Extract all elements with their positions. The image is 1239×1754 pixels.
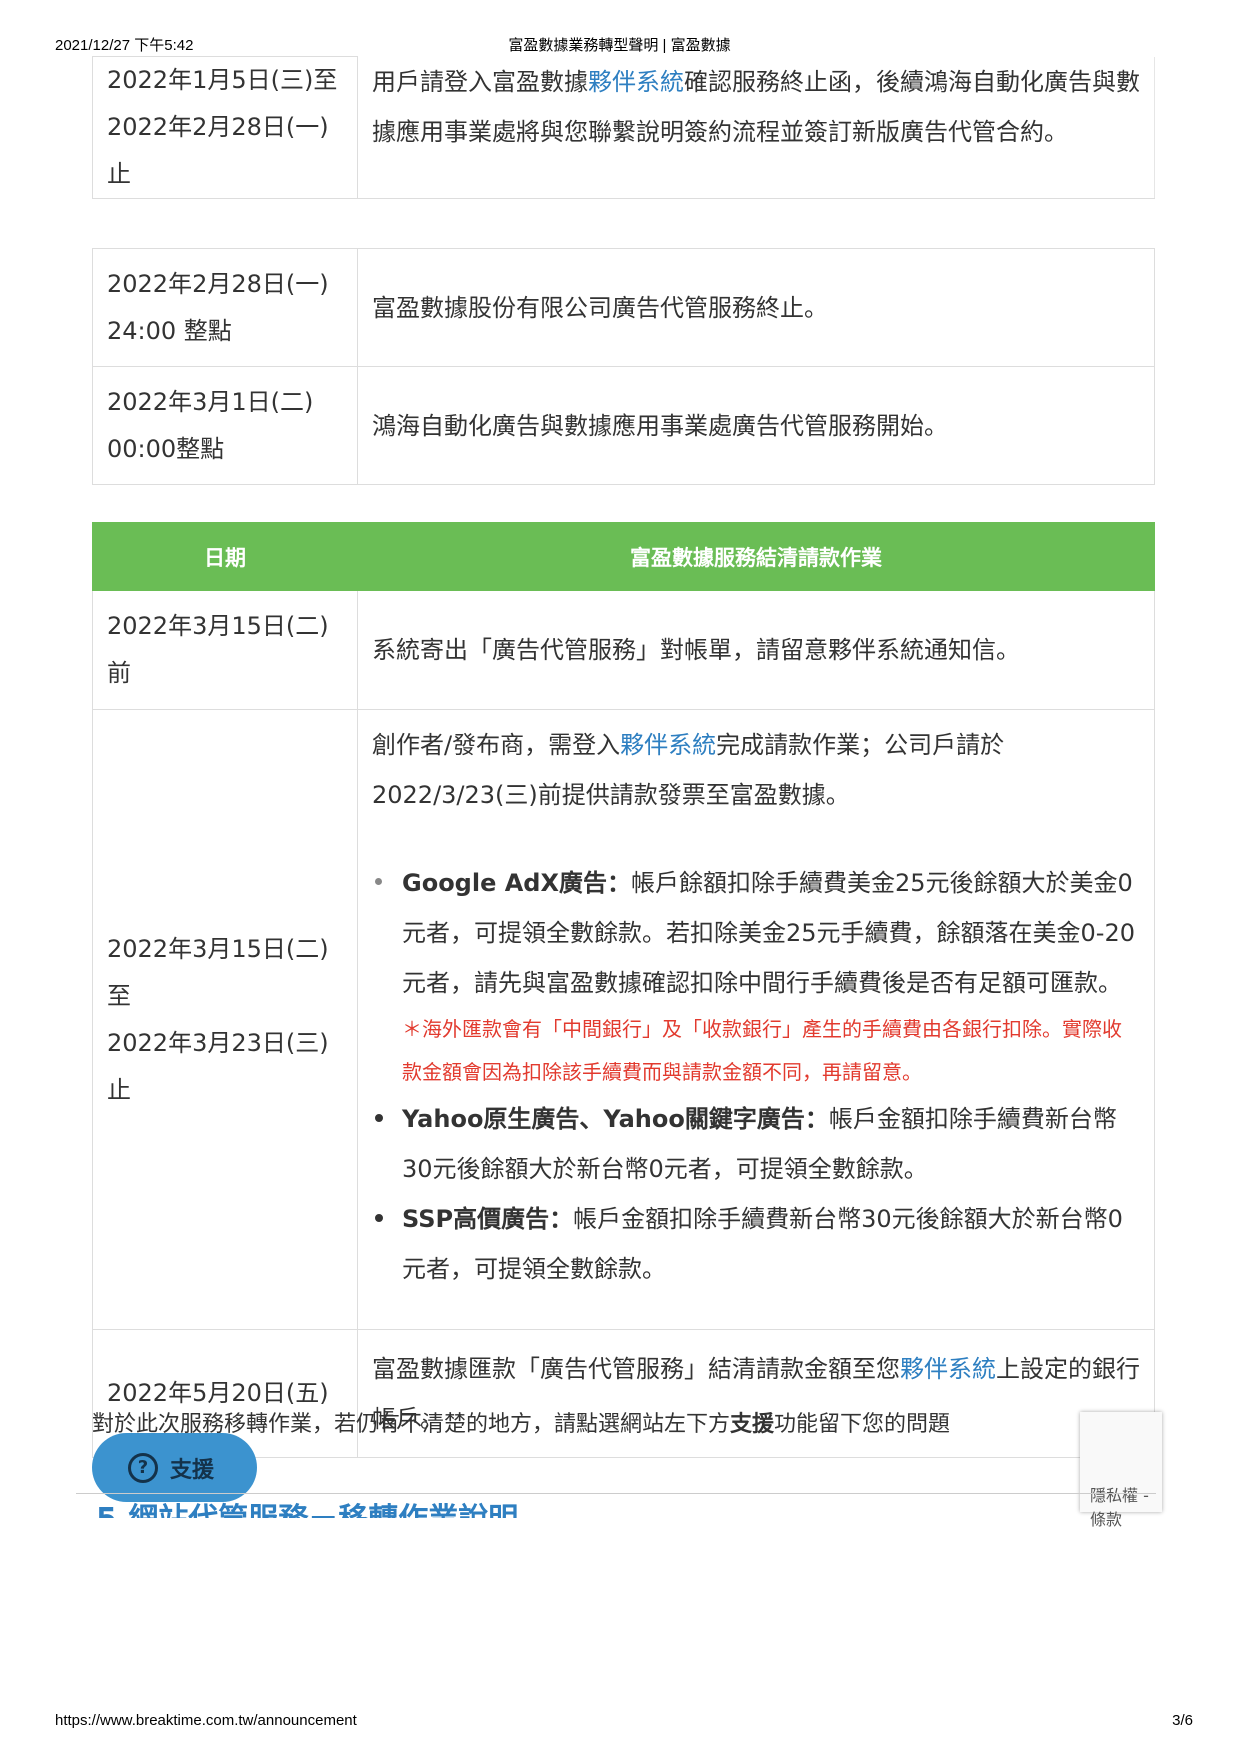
list-item: Yahoo原生廣告、Yahoo關鍵字廣告：帳戶金額扣除手續費新台幣30元後餘額大… bbox=[372, 1094, 1140, 1194]
print-title: 富盈數據業務轉型聲明 | 富盈數據 bbox=[508, 37, 731, 54]
item-label: Google AdX廣告： bbox=[402, 869, 631, 897]
print-page-number: 3/6 bbox=[1172, 1712, 1193, 1729]
bullet-icon bbox=[375, 878, 382, 885]
closing-bold: 支援 bbox=[730, 1412, 775, 1437]
bullet-icon bbox=[375, 1114, 383, 1122]
closing-text: 功能留下您的問題 bbox=[774, 1412, 951, 1437]
intro-text: 創作者/發布商，需登入 bbox=[372, 731, 621, 759]
list-item: Google AdX廣告：帳戶餘額扣除手續費美金25元後餘額大於美金0元者，可提… bbox=[372, 858, 1140, 1094]
desc-cell: 用戶請登入富盈數據夥伴系統確認服務終止函，後續鴻海自動化廣告與數據應用事業處將與… bbox=[357, 56, 1155, 199]
desc-text: 用戶請登入富盈數據 bbox=[372, 67, 588, 96]
date-cell: 2022年2月28日(一) 24:00 整點 bbox=[92, 248, 358, 367]
date-cell: 2022年1月5日(三)至 2022年2月28日(一) 止 bbox=[92, 56, 358, 199]
item-label: SSP高價廣告： bbox=[402, 1205, 574, 1233]
warning-note: ＊海外匯款會有「中間銀行」及「收款銀行」產生的手續費由各銀行扣除。實際收款金額會… bbox=[402, 1017, 1122, 1084]
table-row: 2022年3月1日(二) 00:00整點 鴻海自動化廣告與數據應用事業處廣告代管… bbox=[92, 366, 1155, 485]
table-row: 2022年3月15日(二) 前 系統寄出「廣告代管服務」對帳單，請留意夥伴系統通… bbox=[92, 590, 1155, 710]
header-task: 富盈數據服務結清請款作業 bbox=[357, 522, 1155, 591]
schedule-table-1b: 2022年2月28日(一) 24:00 整點 富盈數據股份有限公司廣告代管服務終… bbox=[92, 248, 1155, 485]
date-line: 2022年2月28日(一) bbox=[107, 113, 329, 141]
schedule-table-1: 2022年1月5日(三)至 2022年2月28日(一) 止 用戶請登入富盈數據夥… bbox=[92, 56, 1155, 199]
date-line: 止 bbox=[107, 160, 131, 188]
header-date: 日期 bbox=[92, 522, 358, 591]
partner-system-link[interactable]: 夥伴系統 bbox=[620, 731, 716, 759]
bullet-icon bbox=[375, 1214, 383, 1222]
table-row: 2022年3月15日(二) 至 2022年3月23日(三) 止 創作者/發布商，… bbox=[92, 709, 1155, 1330]
date-line: 2022年3月15日(二) bbox=[107, 612, 329, 640]
date-line: 00:00整點 bbox=[107, 434, 225, 463]
date-line: 2022年3月1日(二) bbox=[107, 387, 314, 416]
table-row: 2022年5月20日(五) 富盈數據匯款「廣告代管服務」結清請款金額至您夥伴系統… bbox=[92, 1329, 1155, 1458]
date-line: 至 bbox=[107, 981, 131, 1010]
table-header-row: 日期 富盈數據服務結清請款作業 bbox=[92, 522, 1155, 591]
date-line: 2022年1月5日(三)至 bbox=[107, 66, 338, 94]
print-footer: https://www.breaktime.com.tw/announcemen… bbox=[0, 1712, 1239, 1734]
fee-list: Google AdX廣告：帳戶餘額扣除手續費美金25元後餘額大於美金0元者，可提… bbox=[372, 858, 1140, 1294]
desc-text: 富盈數據匯款「廣告代管服務」結清請款金額至您 bbox=[372, 1354, 900, 1383]
table-row: 2022年2月28日(一) 24:00 整點 富盈數據股份有限公司廣告代管服務終… bbox=[92, 248, 1155, 367]
support-button[interactable]: ? 支援 bbox=[92, 1433, 257, 1502]
page-content: 2022年1月5日(三)至 2022年2月28日(一) 止 用戶請登入富盈數據夥… bbox=[0, 56, 1239, 1696]
question-circle-icon: ? bbox=[128, 1452, 158, 1483]
intro-paragraph: 創作者/發布商，需登入夥伴系統完成請款作業；公司戶請於2022/3/23(三)前… bbox=[372, 720, 1140, 820]
desc-cell: 創作者/發布商，需登入夥伴系統完成請款作業；公司戶請於2022/3/23(三)前… bbox=[357, 709, 1155, 1330]
desc-cell: 富盈數據匯款「廣告代管服務」結清請款金額至您夥伴系統上設定的銀行帳戶。 bbox=[357, 1329, 1155, 1458]
date-line: 止 bbox=[107, 1075, 131, 1104]
item-label: Yahoo原生廣告、Yahoo關鍵字廣告： bbox=[402, 1105, 829, 1133]
divider bbox=[76, 1493, 1156, 1494]
date-line: 前 bbox=[107, 659, 131, 687]
desc-cell: 系統寄出「廣告代管服務」對帳單，請留意夥伴系統通知信。 bbox=[357, 590, 1155, 710]
date-line: 2022年3月23日(三) bbox=[107, 1028, 329, 1057]
date-line: 2022年2月28日(一) bbox=[107, 269, 329, 298]
desc-cell: 鴻海自動化廣告與數據應用事業處廣告代管服務開始。 bbox=[357, 366, 1155, 485]
desc-cell: 富盈數據股份有限公司廣告代管服務終止。 bbox=[357, 248, 1155, 367]
print-url: https://www.breaktime.com.tw/announcemen… bbox=[55, 1712, 357, 1729]
partner-system-link[interactable]: 夥伴系統 bbox=[588, 68, 684, 96]
partner-system-link[interactable]: 夥伴系統 bbox=[900, 1355, 996, 1383]
settlement-table: 日期 富盈數據服務結清請款作業 2022年3月15日(二) 前 系統寄出「廣告代… bbox=[92, 522, 1155, 1458]
date-cell: 2022年3月15日(二) 至 2022年3月23日(三) 止 bbox=[92, 709, 358, 1330]
recaptcha-badge[interactable]: 隱私權 - 條款 bbox=[1080, 1412, 1162, 1529]
table-row: 2022年1月5日(三)至 2022年2月28日(一) 止 用戶請登入富盈數據夥… bbox=[92, 56, 1155, 199]
date-cell: 2022年3月15日(二) 前 bbox=[92, 590, 358, 710]
support-label: 支援 bbox=[170, 1457, 215, 1483]
date-cell: 2022年3月1日(二) 00:00整點 bbox=[92, 366, 358, 485]
date-line: 2022年3月15日(二) bbox=[107, 934, 329, 963]
next-section-heading: 5.網站代管服務－移轉作業說明 bbox=[96, 1502, 518, 1518]
list-item: SSP高價廣告：帳戶金額扣除手續費新台幣30元後餘額大於新台幣0元者，可提領全數… bbox=[372, 1194, 1140, 1294]
date-line: 24:00 整點 bbox=[107, 316, 232, 345]
print-header: 2021/12/27 下午5:42 富盈數據業務轉型聲明 | 富盈數據 bbox=[0, 34, 1239, 56]
